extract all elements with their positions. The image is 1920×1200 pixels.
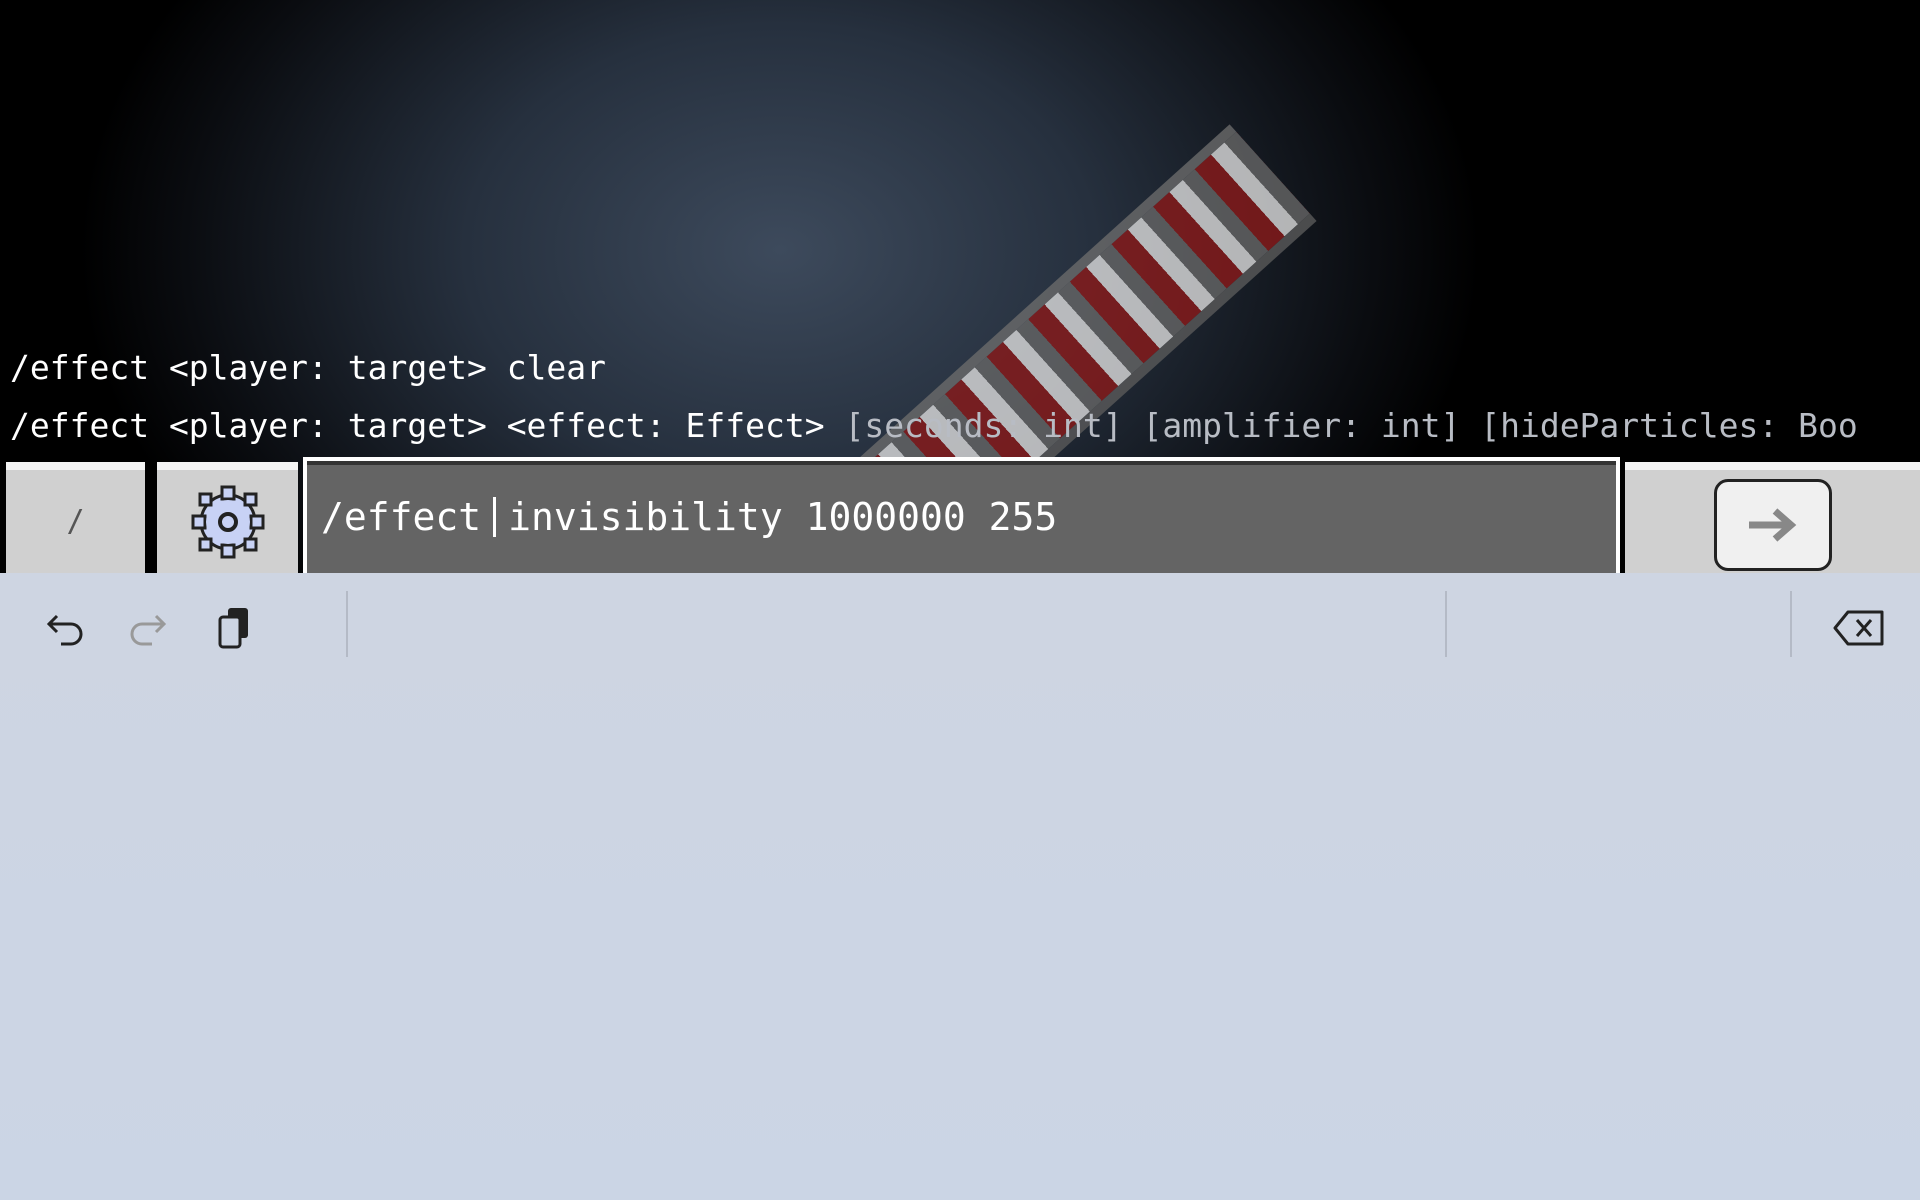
undo-button[interactable] (40, 603, 90, 653)
redo-button[interactable] (123, 603, 173, 653)
input-text-after-cursor: invisibility 1000000 255 (508, 495, 1058, 539)
slash-button[interactable]: / (6, 462, 145, 573)
suggestion-required: /effect <player: target> <effect: Effect… (10, 406, 845, 445)
send-button-frame (1713, 478, 1832, 571)
command-suggestion[interactable]: /effect <player: target> <effect: Effect… (10, 406, 1858, 445)
settings-button[interactable] (157, 462, 298, 573)
paste-button[interactable] (209, 603, 259, 653)
backspace-button[interactable] (1831, 603, 1887, 653)
arrow-right-icon (1748, 507, 1796, 542)
command-suggestion[interactable]: /effect <player: target> clear (10, 348, 606, 387)
keyboard-panel (0, 573, 1920, 1200)
input-text-before-cursor: /effect (321, 495, 482, 539)
paste-icon (218, 608, 248, 649)
send-button[interactable] (1625, 462, 1920, 573)
undo-icon (46, 614, 83, 646)
toolbar-divider (1790, 591, 1792, 657)
redo-icon (130, 614, 167, 646)
command-input[interactable]: /effect invisibility 1000000 255 (303, 457, 1620, 573)
toolbar-divider (346, 591, 348, 657)
gear-icon (191, 485, 264, 558)
slash-label: / (66, 504, 85, 539)
text-cursor (493, 497, 497, 537)
toolbar-divider (1445, 591, 1447, 657)
backspace-icon (1833, 610, 1884, 646)
suggestion-optional: [seconds: int] [amplifier: int] [hidePar… (844, 406, 1858, 445)
suggestion-required: /effect <player: target> clear (10, 348, 607, 387)
